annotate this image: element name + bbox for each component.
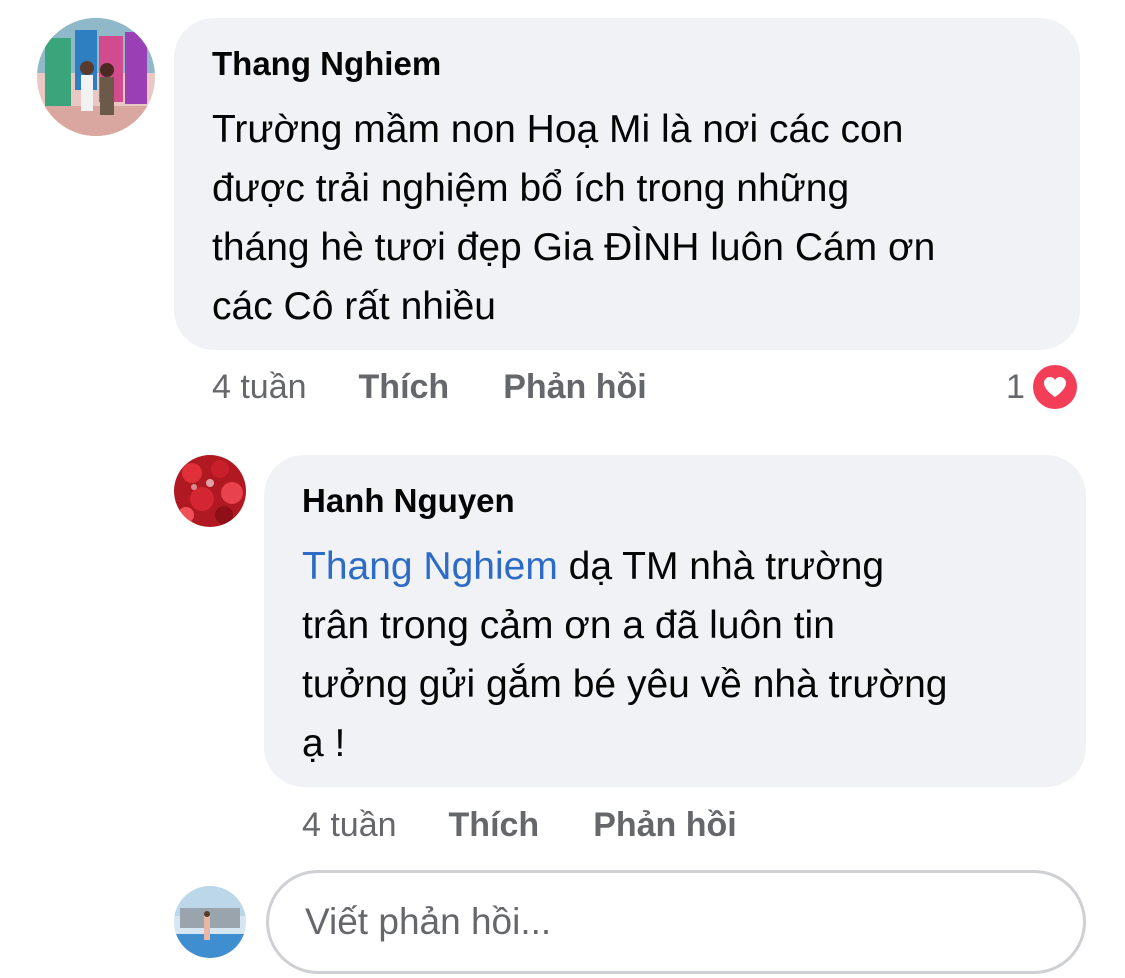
avatar-photo-icon [174,886,246,958]
reply-button[interactable]: Phản hồi [593,806,737,845]
comment-bubble-thang-nghiem: Thang Nghiem Trường mầm non Hoạ Mi là nơ… [174,18,1080,350]
like-button[interactable]: Thích [359,368,450,407]
comment-line: tháng hè tươi đẹp Gia ĐÌNH luôn Cám ơn [212,226,936,269]
reply-line-text: dạ TM nhà trường [557,545,885,588]
comment-text: Trường mầm non Hoạ Mi là nơi các con đượ… [212,100,1044,336]
comment-actions-row: 4 tuần Thích Phản hồi [212,362,647,412]
reply-button[interactable]: Phản hồi [503,368,647,407]
comment-line: được trải nghiệm bổ ích trong những [212,167,850,210]
comment-line: các Cô rất nhiều [212,285,496,328]
reaction-summary[interactable]: 1 [1006,362,1077,412]
reply-input[interactable] [303,900,1083,944]
comment-author-name[interactable]: Thang Nghiem [212,44,1044,84]
avatar-hanh-nguyen[interactable] [174,455,246,527]
reply-bubble-hanh-nguyen: Hanh Nguyen Thang Nghiem dạ TM nhà trườn… [264,455,1086,787]
reply-line: tưởng gửi gắm bé yêu về nhà trường [302,663,948,706]
heart-icon [1032,365,1077,409]
mention-link[interactable]: Thang Nghiem [302,545,558,588]
reply-composer[interactable] [266,870,1086,974]
reaction-count: 1 [1006,367,1025,406]
like-button[interactable]: Thích [449,806,540,845]
avatar-thang-nghiem[interactable] [37,18,155,136]
avatar-current-user [174,886,246,958]
reply-timestamp[interactable]: 4 tuần [302,806,397,845]
avatar-photo-icon [37,18,155,136]
reply-line: Thang Nghiem dạ TM nhà trường [302,537,1056,596]
reply-author-name[interactable]: Hanh Nguyen [302,481,1056,521]
reply-line: ạ ! [302,722,346,765]
comment-line: Trường mầm non Hoạ Mi là nơi các con [212,108,904,151]
avatar-photo-icon [174,455,246,527]
comment-timestamp[interactable]: 4 tuần [212,368,307,407]
reply-text: Thang Nghiem dạ TM nhà trường trân trong… [302,537,1056,773]
reply-line: trân trong cảm ơn a đã luôn tin [302,604,835,647]
reply-actions-row: 4 tuần Thích Phản hồi [302,800,737,850]
